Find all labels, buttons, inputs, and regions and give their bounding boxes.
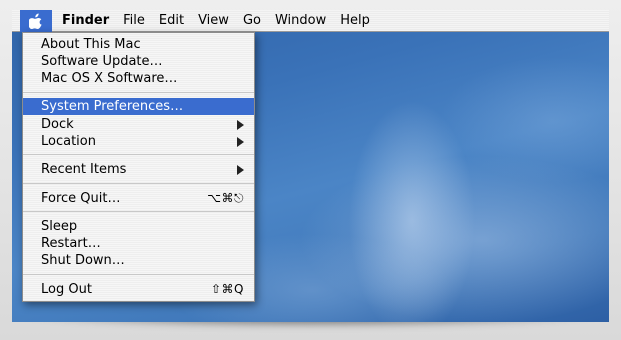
keyboard-shortcut: ⇧⌘Q	[211, 282, 244, 296]
menu-separator	[23, 92, 254, 93]
menu-view[interactable]: View	[191, 10, 236, 32]
menu-item-label: Recent Items	[41, 162, 127, 177]
submenu-arrow-icon	[237, 164, 244, 175]
menu-file[interactable]: File	[116, 10, 152, 32]
menu-window[interactable]: Window	[268, 10, 333, 32]
menu-item-about-this-mac[interactable]: About This Mac	[23, 36, 254, 53]
keyboard-shortcut: ⌥⌘⎋	[207, 191, 244, 205]
menu-item-label: Dock	[41, 117, 74, 132]
menu-item-label: Location	[41, 134, 96, 149]
menu-separator	[23, 154, 254, 155]
menu-item-restart[interactable]: Restart…	[23, 235, 254, 252]
menu-item-label: Shut Down…	[41, 253, 125, 268]
apple-icon	[29, 13, 42, 29]
menu-item-label: Log Out	[41, 282, 92, 297]
menu-item-force-quit[interactable]: Force Quit… ⌥⌘⎋	[23, 190, 254, 207]
menu-item-label: Software Update…	[41, 54, 163, 69]
menu-item-shut-down[interactable]: Shut Down…	[23, 252, 254, 269]
desktop-screen: Finder File Edit View Go Window Help Abo…	[12, 10, 609, 322]
menu-item-system-preferences[interactable]: System Preferences…	[23, 98, 254, 115]
menu-item-label: Sleep	[41, 219, 78, 234]
menu-bar: Finder File Edit View Go Window Help	[12, 10, 609, 32]
menu-item-label: Mac OS X Software…	[41, 71, 178, 86]
submenu-arrow-icon	[237, 136, 244, 147]
menu-item-recent-items[interactable]: Recent Items	[23, 161, 254, 178]
menu-edit[interactable]: Edit	[152, 10, 191, 32]
submenu-arrow-icon	[237, 119, 244, 130]
menu-separator	[23, 211, 254, 212]
menu-item-mac-os-x-software[interactable]: Mac OS X Software…	[23, 70, 254, 87]
menu-item-label: Force Quit…	[41, 191, 121, 206]
menu-separator	[23, 274, 254, 275]
apple-menu-button[interactable]	[20, 10, 52, 32]
menu-item-label: System Preferences…	[41, 99, 184, 114]
menu-item-dock[interactable]: Dock	[23, 116, 254, 133]
menu-help[interactable]: Help	[333, 10, 377, 32]
menu-item-location[interactable]: Location	[23, 133, 254, 150]
menu-go[interactable]: Go	[236, 10, 268, 32]
menu-item-label: Restart…	[41, 236, 101, 251]
menu-item-sleep[interactable]: Sleep	[23, 218, 254, 235]
menu-item-label: About This Mac	[41, 37, 141, 52]
apple-menu-dropdown: About This Mac Software Update… Mac OS X…	[22, 32, 255, 302]
menu-finder[interactable]: Finder	[52, 10, 116, 32]
menu-item-log-out[interactable]: Log Out ⇧⌘Q	[23, 281, 254, 298]
menu-separator	[23, 183, 254, 184]
menu-item-software-update[interactable]: Software Update…	[23, 53, 254, 70]
